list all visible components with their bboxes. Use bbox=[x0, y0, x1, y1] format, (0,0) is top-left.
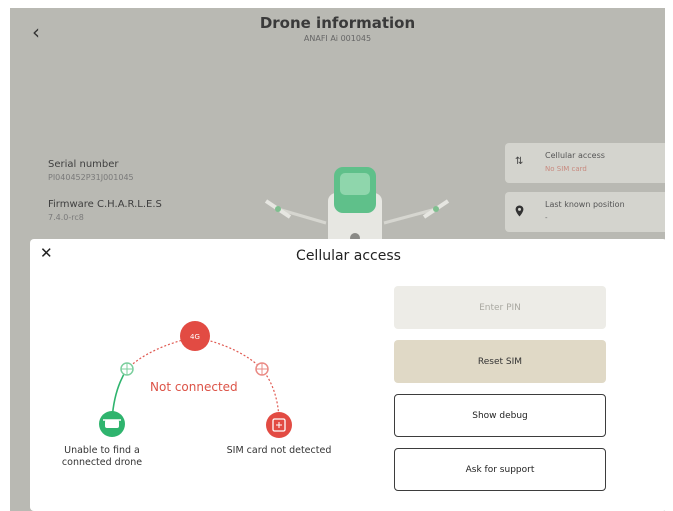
drone-node-icon bbox=[99, 411, 125, 437]
connection-diagram: 4G bbox=[99, 321, 292, 438]
signal-arrows-icon: ⇅ bbox=[515, 156, 524, 167]
page-subtitle: ANAFI Ai 001045 bbox=[303, 34, 372, 43]
globe-icon bbox=[255, 362, 269, 376]
globe-icon bbox=[120, 362, 134, 376]
show-debug-button[interactable]: Show debug bbox=[394, 394, 606, 437]
location-pin-icon bbox=[515, 205, 524, 220]
hub-node: 4G bbox=[180, 321, 210, 351]
hub-label: 4G bbox=[190, 333, 200, 341]
sim-card-node-icon bbox=[266, 412, 292, 438]
ask-for-support-button[interactable]: Ask for support bbox=[394, 448, 606, 491]
drone-node-label: Unable to find a connected drone bbox=[61, 445, 143, 468]
cellular-access-dialog: ✕ Cellular access 4G Not connected Unabl… bbox=[30, 239, 667, 511]
drone-image bbox=[264, 167, 450, 248]
serial-number-label: Serial number bbox=[48, 159, 119, 170]
last-known-position-card-value: - bbox=[545, 214, 548, 222]
page-title: Drone information bbox=[259, 14, 416, 32]
serial-number-block: Serial number PI040452P31J001045 bbox=[48, 159, 134, 182]
firmware-value: 7.4.0-rc8 bbox=[48, 213, 84, 222]
firmware-block: Firmware C.H.A.R.L.E.S 7.4.0-rc8 bbox=[48, 199, 162, 222]
reset-sim-button[interactable]: Reset SIM bbox=[394, 340, 606, 383]
sim-node-label: SIM card not detected bbox=[226, 445, 332, 456]
last-known-position-card[interactable]: Last known position - bbox=[505, 192, 665, 232]
firmware-label: Firmware C.H.A.R.L.E.S bbox=[48, 199, 162, 210]
cellular-access-card[interactable]: ⇅ Cellular access No SIM card bbox=[505, 143, 665, 183]
last-known-position-card-title: Last known position bbox=[545, 200, 625, 209]
connection-status-text: Not connected bbox=[150, 380, 238, 394]
enter-pin-button[interactable]: Enter PIN bbox=[394, 286, 606, 329]
serial-number-value: PI040452P31J001045 bbox=[48, 173, 134, 182]
cellular-access-card-value: No SIM card bbox=[545, 165, 587, 173]
cellular-access-card-title: Cellular access bbox=[545, 151, 605, 160]
